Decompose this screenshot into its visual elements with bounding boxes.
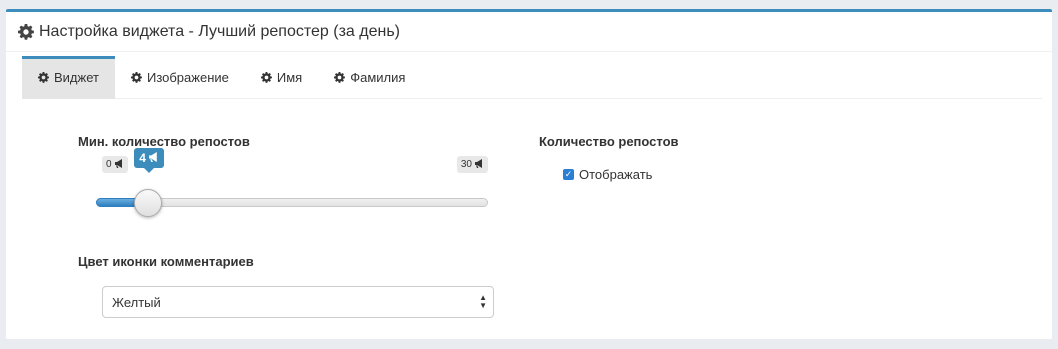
panel-header: Настройка виджета - Лучший репостер (за …	[6, 12, 1052, 52]
show-reposts-checkbox[interactable]: ✓	[563, 169, 574, 180]
tab-last-name[interactable]: Фамилия	[318, 56, 421, 99]
megaphone-icon	[474, 158, 484, 171]
tab-widget[interactable]: Виджет	[22, 56, 115, 99]
slider-current-badge: 4	[134, 148, 164, 173]
show-reposts-label: Отображать	[579, 167, 653, 182]
slider-max-value: 30	[460, 159, 472, 170]
repost-count-label: Количество репостов	[539, 134, 679, 149]
slider-min-value: 0	[106, 159, 112, 170]
slider-min-badge: 0	[102, 156, 128, 173]
show-reposts-option[interactable]: ✓ Отображать	[563, 167, 652, 182]
comment-icon-color-label: Цвет иконки комментариев	[78, 254, 254, 269]
gear-icon	[38, 72, 49, 83]
settings-tabs: Виджет Изображение Имя Фамилия	[22, 56, 1042, 99]
select-arrows-icon: ▲ ▼	[479, 293, 487, 310]
gear-icon	[260, 72, 272, 83]
tab-label: Изображение	[146, 70, 229, 85]
tab-label: Фамилия	[350, 70, 406, 85]
min-reposts-slider[interactable]: 0 4 30	[96, 148, 488, 217]
gear-icon	[334, 72, 346, 83]
tab-label: Виджет	[54, 70, 99, 85]
comment-icon-color-value: Желтый	[112, 294, 161, 310]
slider-current-value: 4	[139, 151, 146, 165]
megaphone-icon	[148, 151, 159, 165]
tab-label: Имя	[276, 70, 303, 85]
min-reposts-label: Мин. количество репостов	[78, 134, 250, 149]
megaphone-icon	[114, 158, 124, 171]
tab-image[interactable]: Изображение	[115, 56, 245, 99]
slider-max-badge: 30	[456, 156, 488, 173]
panel-title: Настройка виджета - Лучший репостер (за …	[39, 22, 400, 40]
gear-icon	[130, 72, 142, 83]
comment-icon-color-select[interactable]: Желтый ▲ ▼	[102, 286, 494, 318]
gear-icon	[18, 23, 34, 40]
tab-first-name[interactable]: Имя	[245, 56, 318, 99]
